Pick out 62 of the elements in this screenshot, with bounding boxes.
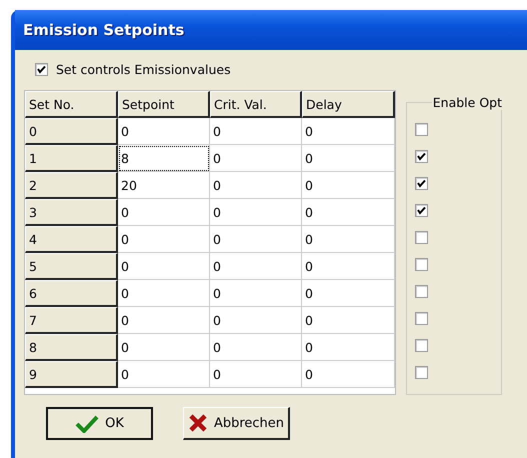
column-header: Delay	[302, 91, 395, 118]
checkbox[interactable]	[415, 366, 428, 379]
close-icon	[188, 413, 208, 433]
row-header: 6	[25, 280, 118, 307]
table-cell: 0	[118, 307, 210, 334]
table-cell: 0	[210, 226, 302, 253]
checkbox[interactable]	[415, 177, 428, 190]
column-header: Set No.	[25, 91, 118, 118]
table-cell: 0	[302, 226, 395, 253]
group-title: Enable Opt	[432, 95, 503, 110]
table-cell: 0	[302, 145, 395, 172]
row-header: 5	[25, 253, 118, 280]
table-cell: 0	[210, 253, 302, 280]
row-header: 2	[25, 172, 118, 199]
checkbox[interactable]	[415, 258, 428, 271]
row-header: 0	[25, 118, 118, 145]
table-cell: 0	[302, 172, 395, 199]
checkbox-label: Set controls Emissionvalues	[56, 62, 231, 77]
table-cell: 0	[118, 253, 210, 280]
table-cell: 0	[302, 334, 395, 361]
table-cell: 0	[302, 253, 395, 280]
checkbox[interactable]	[415, 150, 428, 163]
table-cell: 0	[302, 307, 395, 334]
table-cell: 0	[118, 334, 210, 361]
cancel-button[interactable]: Abbrechen	[183, 407, 290, 440]
checkbox[interactable]	[415, 285, 428, 298]
column-header: Crit. Val.	[210, 91, 302, 118]
table-cell: 0	[302, 280, 395, 307]
checkbox[interactable]	[35, 63, 48, 76]
row-header: 3	[25, 199, 118, 226]
table-cell: 0	[118, 280, 210, 307]
row-header: 9	[25, 361, 118, 388]
row-header: 4	[25, 226, 118, 253]
table-cell: 8	[118, 145, 210, 172]
row-header: 1	[25, 145, 118, 172]
row-header: 8	[25, 334, 118, 361]
checkmark-icon	[75, 414, 100, 432]
column-header: Setpoint	[118, 91, 210, 118]
ok-button[interactable]: OK	[46, 407, 153, 440]
table-cell: 0	[302, 361, 395, 388]
table-cell: 0	[210, 307, 302, 334]
table-cell: 0	[210, 199, 302, 226]
window-title: Emission Setpoints	[23, 21, 184, 39]
checkbox[interactable]	[415, 123, 428, 136]
table-cell: 0	[118, 361, 210, 388]
table-cell: 0	[118, 118, 210, 145]
table-cell: 0	[210, 334, 302, 361]
row-header: 7	[25, 307, 118, 334]
checkbox[interactable]	[415, 312, 428, 325]
table-cell: 0	[210, 118, 302, 145]
checkbox[interactable]	[415, 339, 428, 352]
checkbox[interactable]	[415, 204, 428, 217]
table-cell: 0	[210, 280, 302, 307]
table-cell: 0	[210, 145, 302, 172]
table-cell: 0	[210, 172, 302, 199]
table-cell: 20	[118, 172, 210, 199]
checkbox[interactable]	[415, 231, 428, 244]
table-cell: 0	[210, 361, 302, 388]
table-cell: 0	[118, 199, 210, 226]
table-cell: 0	[302, 118, 395, 145]
table-cell: 0	[302, 199, 395, 226]
table-cell: 0	[118, 226, 210, 253]
